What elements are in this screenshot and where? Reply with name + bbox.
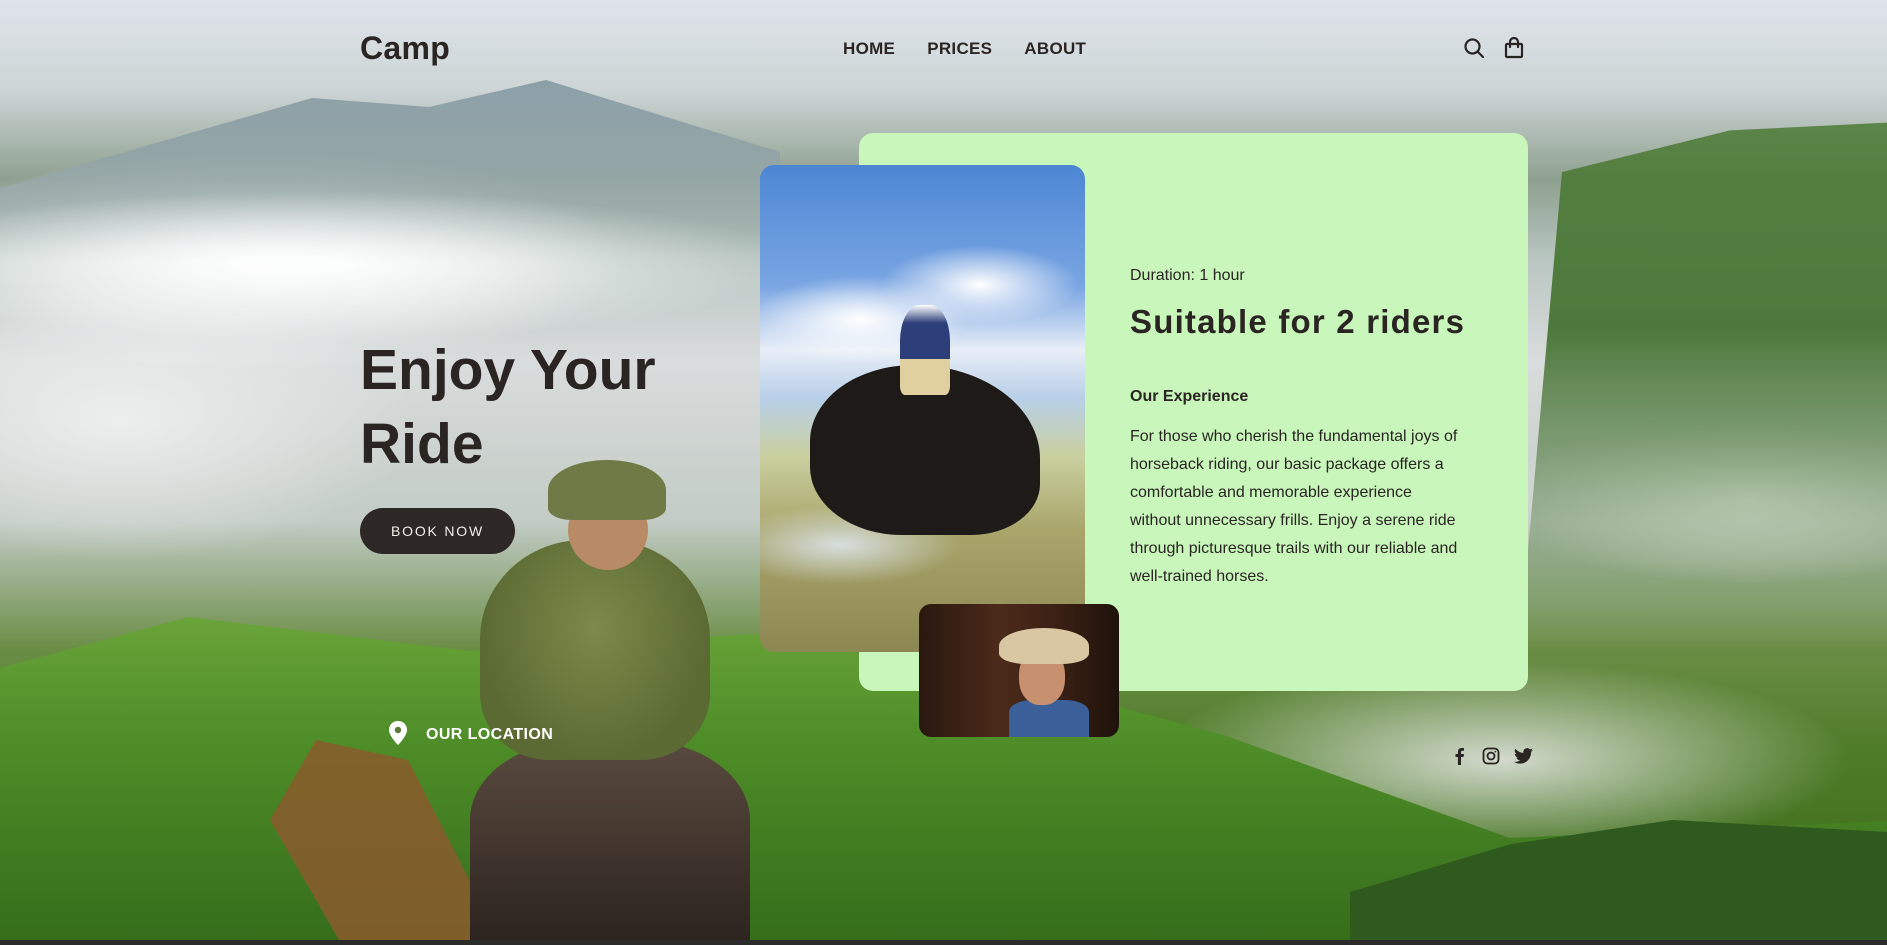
- nav-about[interactable]: ABOUT: [1024, 39, 1086, 59]
- background-mountain-right: [1520, 120, 1887, 640]
- background-horse: [470, 740, 750, 940]
- card-description: For those who cherish the fundamental jo…: [1130, 428, 1458, 585]
- horse-rider-photo: [760, 165, 1085, 652]
- hero-title: Enjoy Your Ride: [360, 338, 656, 476]
- our-location-link[interactable]: OUR LOCATION: [388, 721, 553, 749]
- nav-home[interactable]: HOME: [843, 39, 895, 59]
- cowboy-photo: [919, 604, 1119, 737]
- shopping-bag-icon[interactable]: [1502, 36, 1526, 60]
- location-pin-icon: [388, 721, 408, 749]
- facebook-icon[interactable]: [1449, 746, 1469, 766]
- search-icon[interactable]: [1462, 36, 1486, 60]
- instagram-icon[interactable]: [1481, 746, 1501, 766]
- book-now-button[interactable]: BOOK NOW: [360, 508, 515, 554]
- twitter-icon[interactable]: [1513, 746, 1533, 766]
- background-clouds: [0, 190, 800, 340]
- location-label: OUR LOCATION: [426, 726, 554, 743]
- main-nav: HOME PRICES ABOUT: [843, 39, 1086, 59]
- header-icons: [1462, 36, 1526, 60]
- card-title: Suitable for 2 riders: [1130, 303, 1466, 340]
- card-subtitle: Our Experience: [1130, 388, 1249, 405]
- nav-prices[interactable]: PRICES: [927, 39, 992, 59]
- bottom-bar: [0, 940, 1887, 945]
- logo[interactable]: Camp: [360, 30, 450, 67]
- social-links: [1449, 746, 1533, 766]
- card-duration: Duration: 1 hour: [1130, 267, 1245, 284]
